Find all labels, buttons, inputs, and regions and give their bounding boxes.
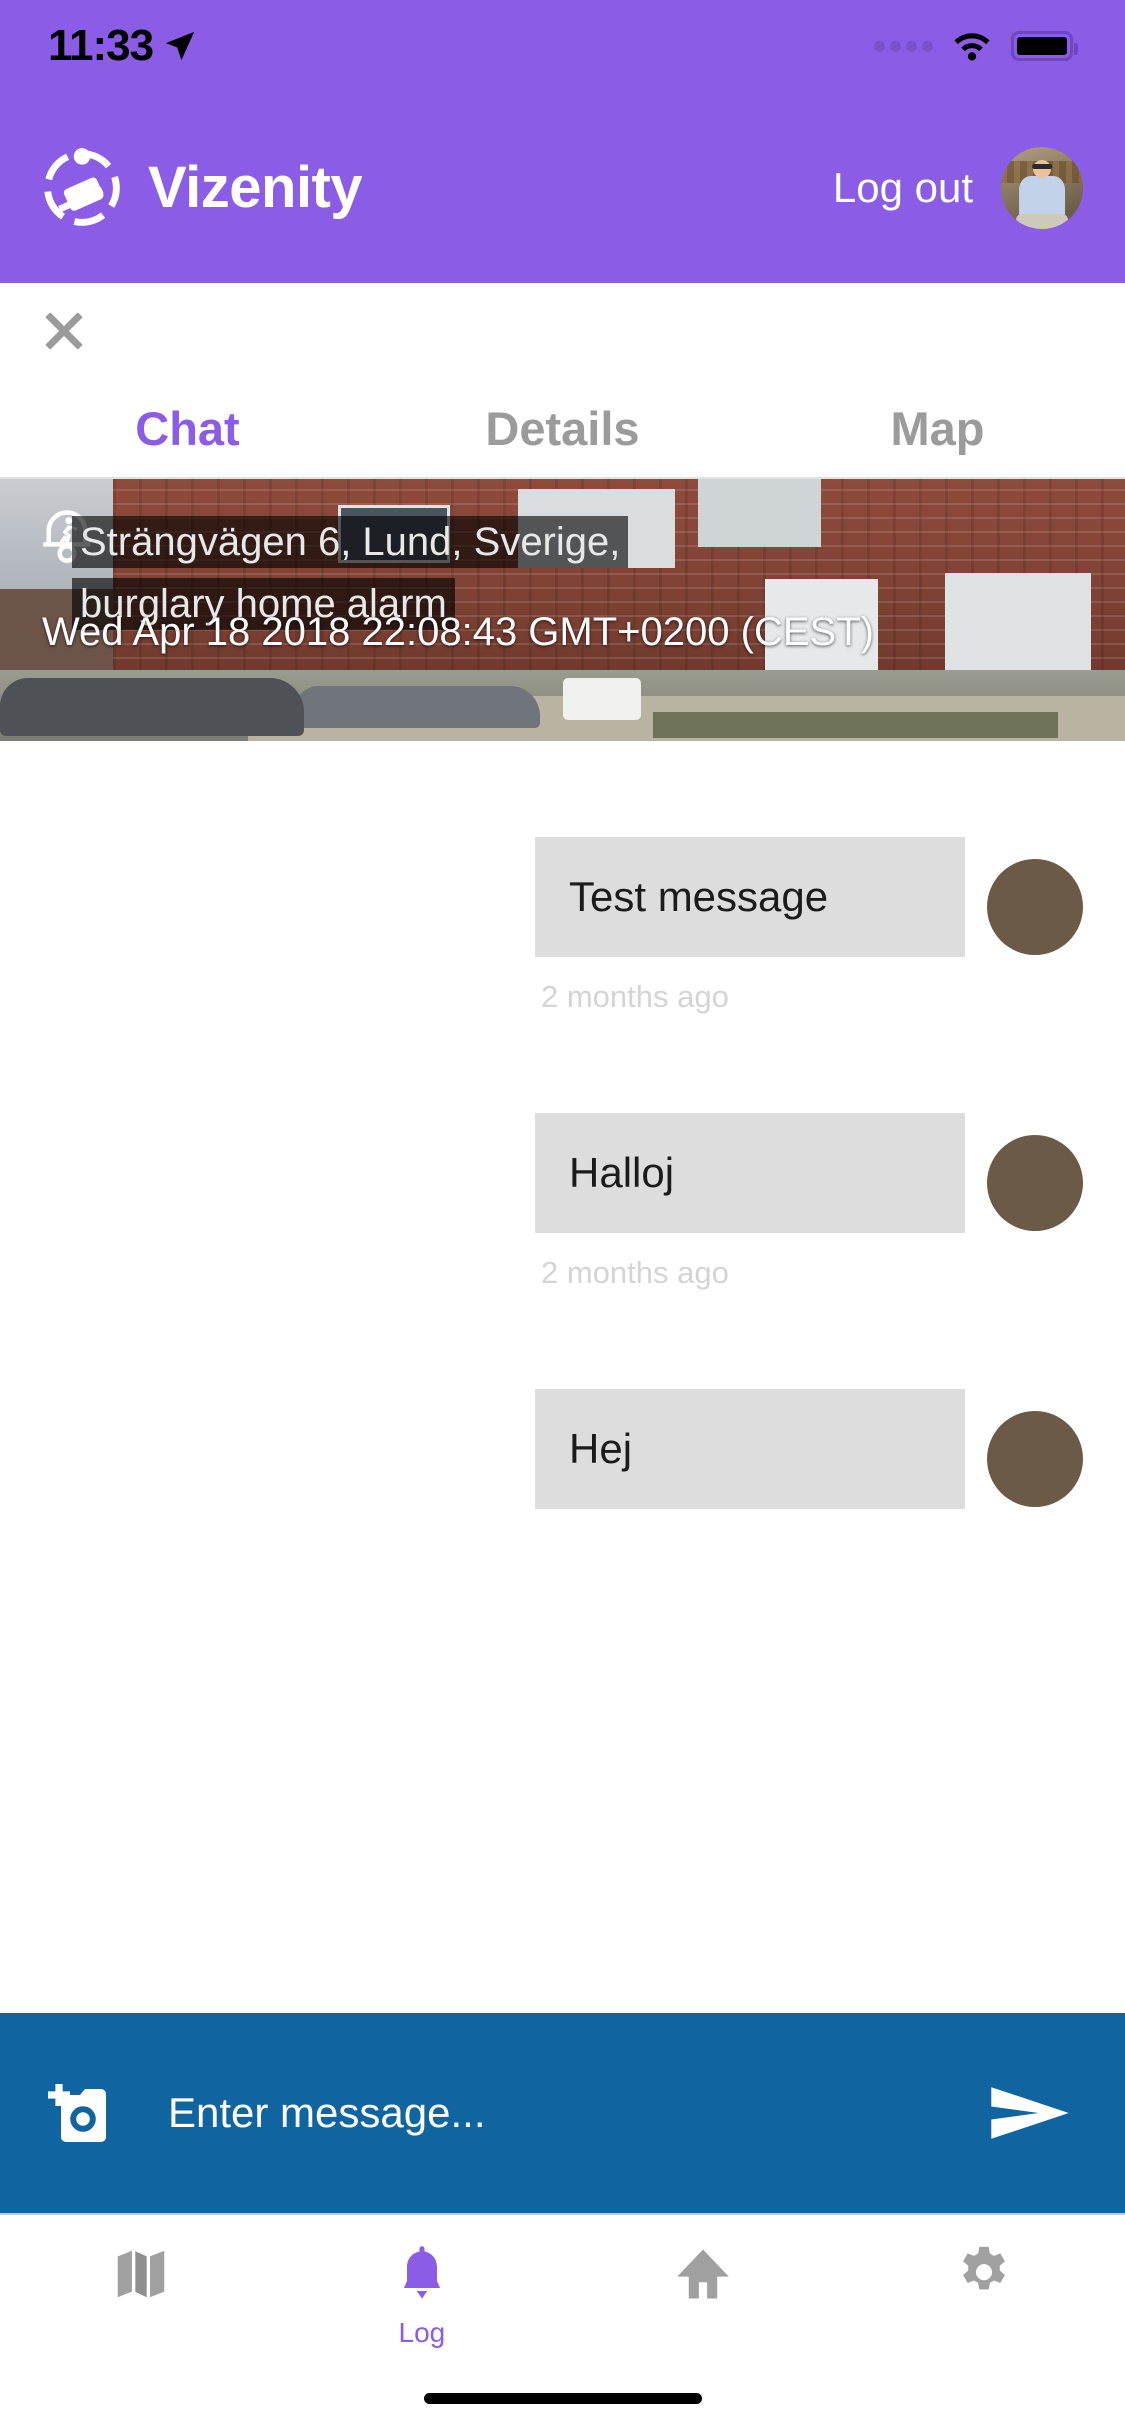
message-bubble[interactable]: Halloj	[535, 1113, 965, 1233]
header-actions: Log out	[833, 146, 1083, 229]
tab-map[interactable]: Map	[750, 401, 1125, 456]
tab-details[interactable]: Details	[375, 401, 750, 456]
chat-message-row: Hej	[0, 1389, 1125, 1509]
nav-item-home[interactable]	[563, 2243, 844, 2305]
message-bubble-column: Test message 2 months ago	[535, 837, 965, 1015]
camera-add-icon[interactable]	[40, 2078, 116, 2148]
message-avatar[interactable]	[987, 1411, 1083, 1507]
message-timestamp: 2 months ago	[541, 979, 729, 1014]
message-bubble-column: Hej	[535, 1389, 965, 1509]
message-input[interactable]	[168, 2089, 987, 2137]
map-icon	[117, 2250, 164, 2298]
signal-dots-icon	[874, 40, 933, 52]
nav-item-log[interactable]: Log	[281, 2243, 562, 2349]
banner-overlay: Strängvägen 6, Lund, Sverige, burglary h…	[0, 479, 1125, 741]
status-bar-time-group: 11:33	[48, 21, 197, 71]
message-input-bar	[0, 2013, 1125, 2213]
message-bubble-column: Halloj 2 months ago	[535, 1113, 965, 1291]
nav-item-map[interactable]	[0, 2243, 281, 2305]
status-bar-clock: 11:33	[48, 21, 154, 70]
brand-group: Vizenity	[38, 144, 363, 232]
app-header: Vizenity Log out	[0, 92, 1125, 283]
vizenity-camera-badge-logo	[44, 147, 120, 226]
logout-button[interactable]: Log out	[833, 164, 973, 212]
chat-message-list: Test message 2 months ago Halloj 2 month…	[0, 741, 1125, 1509]
message-avatar[interactable]	[987, 859, 1083, 955]
status-bar-indicators	[874, 30, 1078, 62]
close-row	[0, 283, 1125, 379]
tab-bar: Chat Details Map	[0, 379, 1125, 479]
incident-banner[interactable]: Strängvägen 6, Lund, Sverige, burglary h…	[0, 479, 1125, 741]
chat-message-row: Test message 2 months ago	[0, 837, 1125, 1015]
status-bar: 11:33	[0, 0, 1125, 92]
message-timestamp: 2 months ago	[541, 1255, 729, 1290]
send-icon[interactable]	[987, 2078, 1073, 2148]
banner-address-line-1: Strängvägen 6, Lund, Sverige,	[72, 516, 629, 568]
chat-message-row: Halloj 2 months ago	[0, 1113, 1125, 1291]
banner-timestamp: Wed Apr 18 2018 22:08:43 GMT+0200 (CEST)	[42, 610, 874, 654]
battery-icon	[1011, 31, 1078, 61]
nav-item-settings[interactable]	[844, 2243, 1125, 2305]
gear-icon	[963, 2246, 1006, 2290]
tab-chat[interactable]: Chat	[0, 401, 375, 456]
close-icon[interactable]	[36, 303, 92, 359]
message-bubble[interactable]: Hej	[535, 1389, 965, 1509]
nav-item-log-label: Log	[398, 2317, 446, 2348]
home-indicator	[423, 2393, 702, 2404]
home-icon	[677, 2249, 729, 2299]
wifi-icon	[954, 33, 990, 61]
avatar[interactable]	[1001, 146, 1083, 229]
location-arrow-icon	[165, 31, 195, 61]
bottom-navigation: Log	[0, 2213, 1125, 2381]
bell-icon	[403, 2246, 440, 2299]
message-avatar[interactable]	[987, 1135, 1083, 1231]
message-bubble[interactable]: Test message	[535, 837, 965, 957]
app-title: Vizenity	[148, 155, 363, 220]
